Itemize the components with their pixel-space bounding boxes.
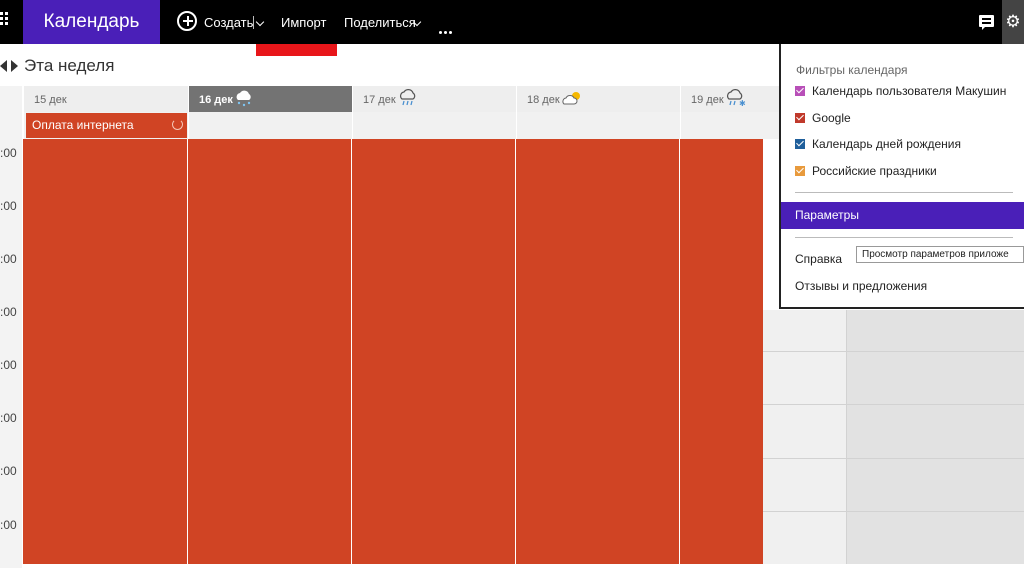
allday-event[interactable]: Оплата интернета [26,113,187,138]
snow-rain-icon: ✱ [727,89,746,107]
hour-label: :00 [0,358,17,372]
divider [795,192,1013,193]
feedback-link[interactable]: Отзывы и предложения [795,279,927,293]
recurring-icon [172,119,183,130]
calendar-name: Календарь пользователя Макушин [812,84,1007,98]
grid-line [763,351,1024,352]
gear-icon[interactable]: ⚙ [1005,13,1021,30]
day-header[interactable]: 18 дек [516,86,680,112]
grid-line [763,458,1024,459]
plus-circle-icon[interactable] [177,11,197,31]
day-header[interactable]: 19 дек ✱ [680,86,780,112]
day-header[interactable]: 15 дек [23,86,188,112]
grid-area [846,310,1024,564]
allday-cell[interactable] [680,112,780,139]
day-label: 18 дек [527,94,560,106]
calendar-filter-item[interactable]: Российские праздники [795,164,937,178]
calendar-filter-item[interactable]: Календарь дней рождения [795,137,961,151]
calendar-filter-item[interactable]: Google [795,111,851,125]
grid-area [763,310,846,564]
checkbox-icon[interactable] [795,139,805,149]
hour-label: :00 [0,464,17,478]
event-block[interactable] [23,139,187,564]
next-week-arrow-icon[interactable] [11,60,18,72]
event-title: Оплата интернета [32,118,134,132]
allday-cell[interactable] [352,112,516,139]
create-button[interactable]: Создать [204,0,253,44]
day-label: 15 дек [34,94,67,106]
filters-heading: Фильтры календаря [796,63,908,77]
calendar-name: Google [812,111,851,125]
checkbox-icon[interactable] [795,86,805,96]
import-button[interactable]: Импорт [281,0,326,44]
tooltip: Просмотр параметров приложе [856,246,1024,263]
checkbox-icon[interactable] [795,113,805,123]
share-button[interactable]: Поделиться [344,0,416,44]
feedback-icon[interactable] [979,15,994,30]
grid-line [763,511,1024,512]
grid-line [763,404,1024,405]
event-block[interactable] [680,139,763,564]
event-block[interactable] [516,139,679,564]
app-launcher-icon[interactable] [0,12,10,32]
help-link[interactable]: Справка [795,252,842,266]
hour-label: :00 [0,518,17,532]
hour-label: :00 [0,199,17,213]
day-header[interactable]: 17 дек [352,86,516,112]
calendar-name: Российские праздники [812,164,937,178]
calendar-filter-item[interactable]: Календарь пользователя Макушин [795,84,1006,98]
highlight-marker [256,44,337,56]
checkbox-icon[interactable] [795,166,805,176]
event-partial-label: T [771,146,779,160]
allday-cell[interactable] [188,112,352,139]
week-title: Эта неделя [24,56,115,75]
day-header-selected[interactable]: 16 дек [188,86,352,112]
calendar-name: Календарь дней рождения [812,137,961,151]
app-title[interactable]: Календарь [23,0,160,44]
settings-menu-item[interactable]: Параметры [781,202,1024,229]
hour-label: :00 [0,146,17,160]
svg-text:✱: ✱ [739,99,746,107]
more-icon[interactable] [439,21,454,39]
allday-cell[interactable] [516,112,680,139]
event-block[interactable] [188,139,351,564]
create-separator [253,16,254,29]
grid-line [846,310,847,564]
day-label: 17 дек [363,94,396,106]
previous-week-arrow-icon[interactable] [0,60,7,72]
hour-label: :00 [0,305,17,319]
rain-icon [400,89,416,106]
hour-label: :00 [0,411,17,425]
divider [795,237,1013,238]
event-block[interactable] [352,139,515,564]
settings-panel: Фильтры календаря Календарь пользователя… [779,44,1024,309]
day-label: 16 дек [199,94,233,106]
day-label: 19 дек [691,94,724,106]
hour-label: :00 [0,252,17,266]
partly-sunny-icon [562,92,580,105]
snow-icon [236,90,251,107]
